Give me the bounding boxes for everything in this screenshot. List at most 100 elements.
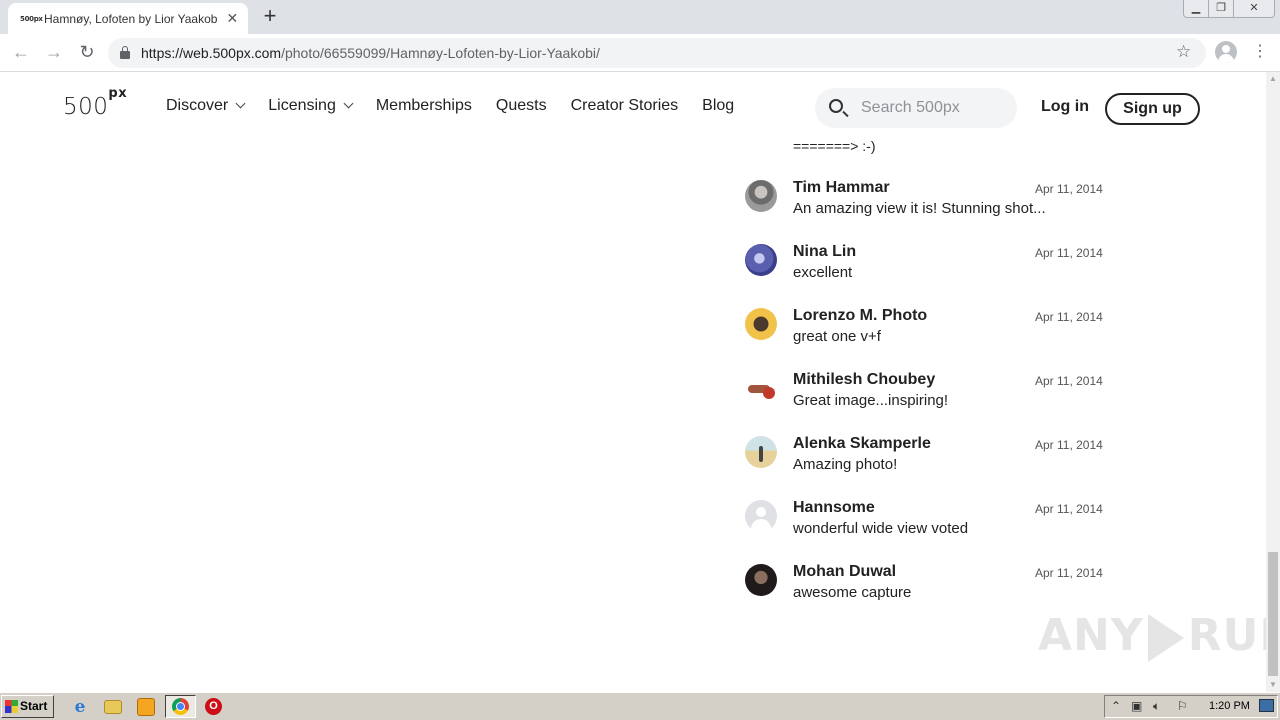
500px-favicon-icon: 500px [20, 14, 43, 23]
comment-date: Apr 11, 2014 [1035, 374, 1103, 388]
anyrun-watermark: ANY RUN [1038, 610, 1266, 662]
url-path: /photo/66559099/Hamnøy-Lofoten-by-Lior-Y… [281, 45, 600, 61]
tab-title: Hamnøy, Lofoten by Lior Yaakobi / 500px [44, 11, 217, 26]
comment-text: wonderful wide view voted [793, 520, 969, 537]
comment-author[interactable]: Mithilesh Choubey [793, 371, 935, 389]
user-avatar[interactable] [745, 372, 777, 404]
scroll-down-arrow-icon[interactable]: ▼ [1266, 678, 1280, 692]
user-avatar[interactable] [745, 308, 777, 340]
nav-memberships[interactable]: Memberships [376, 97, 472, 115]
system-tray: ⌃ ▣ 🔈︎ ⚐ 1:20 PM [1104, 695, 1278, 718]
new-tab-button[interactable]: + [258, 5, 282, 29]
browser-tab-strip: 500px Hamnøy, Lofoten by Lior Yaakobi / … [0, 0, 1280, 34]
main-nav: Discover Licensing Memberships Quests Cr… [166, 97, 734, 115]
chrome-icon [172, 698, 189, 715]
network-icon[interactable]: ▣ [1131, 699, 1142, 713]
scrollbar-thumb[interactable] [1268, 552, 1278, 676]
comment-date: Apr 11, 2014 [1035, 438, 1103, 452]
comment-author[interactable]: Hannsome [793, 499, 875, 517]
browser-toolbar: ← → ↻ https://web.500px.com/photo/665590… [0, 34, 1280, 72]
volume-icon[interactable]: 🔈︎ [1153, 699, 1160, 714]
nav-blog[interactable]: Blog [702, 97, 734, 115]
comment-author[interactable]: Mohan Duwal [793, 563, 896, 581]
comment-author[interactable]: Lorenzo M. Photo [793, 307, 927, 325]
lock-icon[interactable] [120, 46, 130, 59]
opera-icon[interactable]: O [205, 698, 222, 715]
nav-discover-label: Discover [166, 97, 229, 114]
file-explorer-icon[interactable] [104, 700, 122, 714]
comment-item: Tim Hammar Apr 11, 2014 An amazing view … [745, 176, 1105, 240]
window-close-button[interactable]: ✕ [1233, 0, 1275, 18]
browser-menu-icon[interactable]: ⋮ [1252, 42, 1268, 62]
comment-text: awesome capture [793, 584, 912, 601]
nav-discover[interactable]: Discover [166, 97, 246, 115]
comment-item: Lorenzo M. Photo Apr 11, 2014 great one … [745, 304, 1105, 368]
comment-item: Mithilesh Choubey Apr 11, 2014 Great ima… [745, 368, 1105, 432]
show-desktop-icon[interactable] [1259, 699, 1274, 712]
chevron-down-icon [235, 98, 246, 109]
bookmark-star-icon[interactable]: ☆ [1176, 42, 1191, 62]
search-icon[interactable] [829, 99, 843, 113]
profile-avatar-icon[interactable] [1215, 41, 1237, 63]
comment-item: Alenka Skamperle Apr 11, 2014 Amazing ph… [745, 432, 1105, 496]
user-avatar[interactable] [745, 436, 777, 468]
default-avatar-icon[interactable] [745, 500, 777, 532]
page-scrollbar[interactable]: ▲ ▼ [1266, 72, 1280, 692]
nav-licensing-label: Licensing [268, 97, 336, 114]
reload-icon[interactable]: ↻ [76, 42, 98, 64]
forward-arrow-icon[interactable]: → [43, 42, 65, 64]
logo-suffix: px [108, 86, 128, 102]
user-avatar[interactable] [745, 180, 777, 212]
page-viewport: 500px Discover Licensing Memberships Que… [0, 72, 1266, 692]
nav-creator-stories[interactable]: Creator Stories [571, 97, 679, 115]
internet-explorer-icon[interactable]: e [71, 698, 89, 716]
comment-date: Apr 11, 2014 [1035, 310, 1103, 324]
window-minimize-button[interactable]: ▁ [1183, 0, 1209, 18]
500px-logo[interactable]: 500px [63, 86, 127, 120]
user-avatar[interactable] [745, 564, 777, 596]
logo-text: 500 [63, 94, 109, 120]
action-center-flag-icon[interactable]: ⚐ [1177, 699, 1188, 713]
comment-date: Apr 11, 2014 [1035, 566, 1103, 580]
comment-author[interactable]: Nina Lin [793, 243, 856, 261]
nav-quests[interactable]: Quests [496, 97, 547, 115]
scroll-up-arrow-icon[interactable]: ▲ [1266, 72, 1280, 86]
site-header: 500px Discover Licensing Memberships Que… [0, 72, 1266, 144]
tray-expand-icon[interactable]: ⌃ [1111, 699, 1121, 713]
nav-licensing[interactable]: Licensing [268, 97, 354, 115]
comment-text: An amazing view it is! Stunning shot... [793, 200, 1046, 217]
comment-item: Hannsome Apr 11, 2014 wonderful wide vie… [745, 496, 1105, 560]
signup-button[interactable]: Sign up [1105, 93, 1200, 125]
watermark-left: ANY [1038, 610, 1144, 661]
play-icon [1147, 614, 1184, 662]
comment-author[interactable]: Tim Hammar [793, 179, 890, 197]
url-text[interactable]: https://web.500px.com/photo/66559099/Ham… [141, 45, 600, 61]
url-host: https://web.500px.com [141, 45, 282, 61]
window-restore-button[interactable]: ❐ [1208, 0, 1234, 18]
comment-date: Apr 11, 2014 [1035, 246, 1103, 260]
login-link[interactable]: Log in [1041, 98, 1089, 116]
search-input[interactable] [861, 88, 1011, 128]
windows-taskbar: Start e O ⌃ ▣ 🔈︎ ⚐ 1:20 PM [0, 692, 1280, 720]
comment-date: Apr 11, 2014 [1035, 502, 1103, 516]
address-bar[interactable]: https://web.500px.com/photo/66559099/Ham… [108, 38, 1206, 68]
start-button[interactable]: Start [1, 695, 54, 718]
comment-text: Great image...inspiring! [793, 392, 949, 409]
windows-logo-icon [5, 700, 18, 713]
tab-close-icon[interactable]: ✕ [225, 10, 240, 27]
taskbar-clock[interactable]: 1:20 PM [1209, 700, 1250, 712]
search-box[interactable] [815, 88, 1017, 128]
comments-list: Tim Hammar Apr 11, 2014 An amazing view … [745, 176, 1105, 624]
chevron-down-icon [343, 98, 354, 109]
comment-date: Apr 11, 2014 [1035, 182, 1103, 196]
media-player-icon[interactable] [137, 698, 155, 716]
comment-text: great one v+f [793, 328, 881, 345]
partial-comment-text: =======> :-) [793, 138, 876, 154]
comment-text: excellent [793, 264, 853, 281]
comment-author[interactable]: Alenka Skamperle [793, 435, 931, 453]
taskbar-chrome-button[interactable] [165, 695, 196, 718]
browser-tab[interactable]: 500px Hamnøy, Lofoten by Lior Yaakobi / … [8, 3, 248, 34]
start-label: Start [20, 699, 48, 713]
user-avatar[interactable] [745, 244, 777, 276]
back-arrow-icon[interactable]: ← [10, 42, 32, 64]
